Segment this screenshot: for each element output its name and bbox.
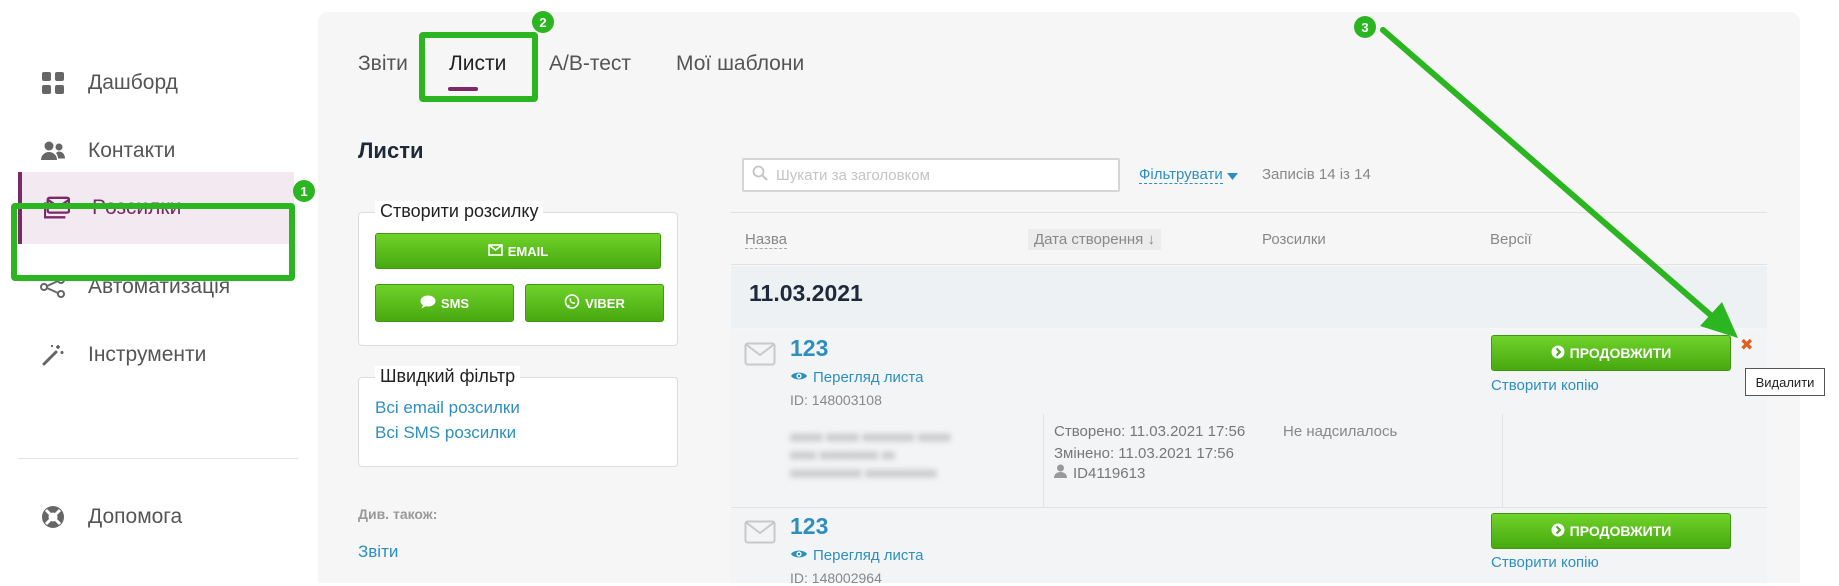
annotation-badge-2: 2 [532, 11, 554, 33]
create-sms-button[interactable]: SMS [375, 284, 514, 322]
blurred-line: xxxxxxxxxxx xxxxxxxxxxx [790, 465, 937, 480]
create-email-button[interactable]: EMAIL [375, 233, 661, 269]
users-icon [40, 138, 66, 164]
arrow-circle-right-icon [1551, 523, 1565, 540]
quick-filter-legend: Швидкий фільтр [375, 366, 521, 387]
preview-letter-label: Перегляд листа [813, 547, 924, 564]
eye-icon [790, 369, 808, 386]
sidebar-item-mailings[interactable]: Розсилки [18, 172, 294, 244]
sidebar-item-label: Автоматизація [88, 275, 231, 298]
share-nodes-icon [40, 274, 66, 300]
continue-button[interactable]: ПРОДОВЖИТИ [1491, 513, 1731, 549]
column-header-created[interactable]: Дата створення ↓ [1028, 229, 1161, 250]
tab-reports[interactable]: Звіти [358, 52, 408, 76]
sidebar-item-label: Інструменти [88, 343, 207, 366]
sidebar-item-automation[interactable]: Автоматизація [18, 251, 294, 323]
search-input[interactable] [774, 165, 1108, 185]
sidebar-item-label: Розсилки [92, 196, 182, 219]
mailing-status: Не надсилалось [1283, 423, 1398, 440]
blurred-line: xxxxx xxxxx xxxxxxxx xxxxx [790, 429, 951, 444]
sidebar-item-label: Допомога [88, 505, 183, 528]
column-header-mailings: Розсилки [1262, 231, 1326, 248]
sidebar-item-help[interactable]: Допомога [18, 481, 294, 553]
lifebuoy-icon [40, 504, 66, 530]
envelope-icon [487, 243, 503, 259]
magic-wand-icon [40, 342, 66, 368]
viber-button-label: VIBER [585, 295, 625, 311]
sidebar-divider [18, 458, 298, 459]
filter-dropdown[interactable]: Фільтрувати [1139, 166, 1238, 184]
quick-filter-card: Швидкий фільтр Всі email розсилки Всі SM… [358, 366, 678, 467]
delete-icon[interactable]: ✖ [1740, 335, 1753, 355]
tab-active-indicator [448, 87, 478, 91]
date-group-row: 11.03.2021 [731, 266, 1767, 328]
page-title: Листи [358, 138, 424, 163]
envelope-outline-icon [744, 520, 776, 549]
grid-icon [40, 70, 66, 96]
letter-title-link[interactable]: 123 [790, 513, 828, 540]
see-also-label: Див. також: [358, 506, 438, 522]
created-date: Створено: 11.03.2021 17:56 [1054, 423, 1246, 440]
search-input-wrapper [742, 158, 1120, 192]
sms-button-label: SMS [440, 295, 470, 311]
tab-ab-test[interactable]: A/B-тест [549, 52, 631, 76]
sidebar-item-label: Контакти [88, 139, 176, 162]
preview-letter-label: Перегляд листа [813, 369, 924, 386]
records-count: Записів 14 із 14 [1262, 166, 1371, 183]
viber-icon [564, 293, 580, 313]
user-icon [1054, 464, 1067, 482]
filter-link-all-email[interactable]: Всі email розсилки [375, 398, 520, 418]
filter-dropdown-label: Фільтрувати [1139, 166, 1223, 184]
delete-tooltip: Видалити [1745, 368, 1825, 396]
eye-icon [790, 547, 808, 564]
letter-title-link[interactable]: 123 [790, 335, 828, 362]
see-also-reports-link[interactable]: Звіти [358, 542, 398, 562]
blurred-line: xxxx xxxxxxxxx xx [790, 447, 895, 462]
email-button-label: EMAIL [507, 243, 549, 259]
mail-stack-icon [44, 195, 70, 221]
sidebar-item-dashboard[interactable]: Дашборд [18, 47, 294, 119]
search-icon [752, 165, 768, 186]
filter-link-all-sms[interactable]: Всі SMS розсилки [375, 423, 516, 443]
continue-button[interactable]: ПРОДОВЖИТИ [1491, 335, 1731, 371]
create-viber-button[interactable]: VIBER [525, 284, 664, 322]
row-column-divider [1043, 414, 1044, 507]
create-copy-link[interactable]: Створити копію [1491, 554, 1599, 571]
letter-id: ID: 148002964 [790, 570, 882, 586]
modified-date: Змінено: 11.03.2021 17:56 [1054, 445, 1234, 462]
continue-button-label: ПРОДОВЖИТИ [1569, 523, 1672, 539]
row-column-divider [1502, 414, 1503, 507]
tab-letters[interactable]: Листи [449, 52, 506, 76]
create-mailing-legend: Створити розсилку [375, 201, 544, 222]
preview-letter-link[interactable]: Перегляд листа [790, 547, 923, 564]
author-info: ID4119613 [1054, 464, 1145, 482]
sidebar: Дашборд Контакти Розсилки Автоматизація … [0, 0, 300, 583]
table-header-border [731, 264, 1767, 265]
column-header-versions: Версії [1490, 231, 1532, 248]
chat-bubble-icon [420, 295, 436, 312]
create-copy-link[interactable]: Створити копію [1491, 377, 1599, 394]
column-header-name[interactable]: Назва [745, 231, 788, 249]
author-id: ID4119613 [1073, 464, 1146, 482]
date-group-label: 11.03.2021 [749, 280, 863, 306]
blurred-sender-info: xxxxx xxxxx xxxxxxxx xxxxx xxxx xxxxxxxx… [790, 428, 950, 482]
preview-letter-link[interactable]: Перегляд листа [790, 369, 923, 386]
letter-id: ID: 148003108 [790, 392, 882, 408]
annotation-badge-3: 3 [1354, 16, 1376, 38]
tab-my-templates[interactable]: Мої шаблони [676, 52, 804, 76]
sidebar-item-tools[interactable]: Інструменти [18, 319, 294, 391]
table-top-border [731, 212, 1767, 213]
envelope-outline-icon [744, 342, 776, 371]
continue-button-label: ПРОДОВЖИТИ [1569, 345, 1672, 361]
arrow-circle-right-icon [1551, 345, 1565, 362]
sidebar-item-label: Дашборд [88, 71, 178, 94]
caret-down-icon [1226, 167, 1238, 184]
create-mailing-card: Створити розсилку EMAIL SMS VIBER [358, 201, 678, 346]
annotation-badge-1: 1 [293, 180, 315, 202]
